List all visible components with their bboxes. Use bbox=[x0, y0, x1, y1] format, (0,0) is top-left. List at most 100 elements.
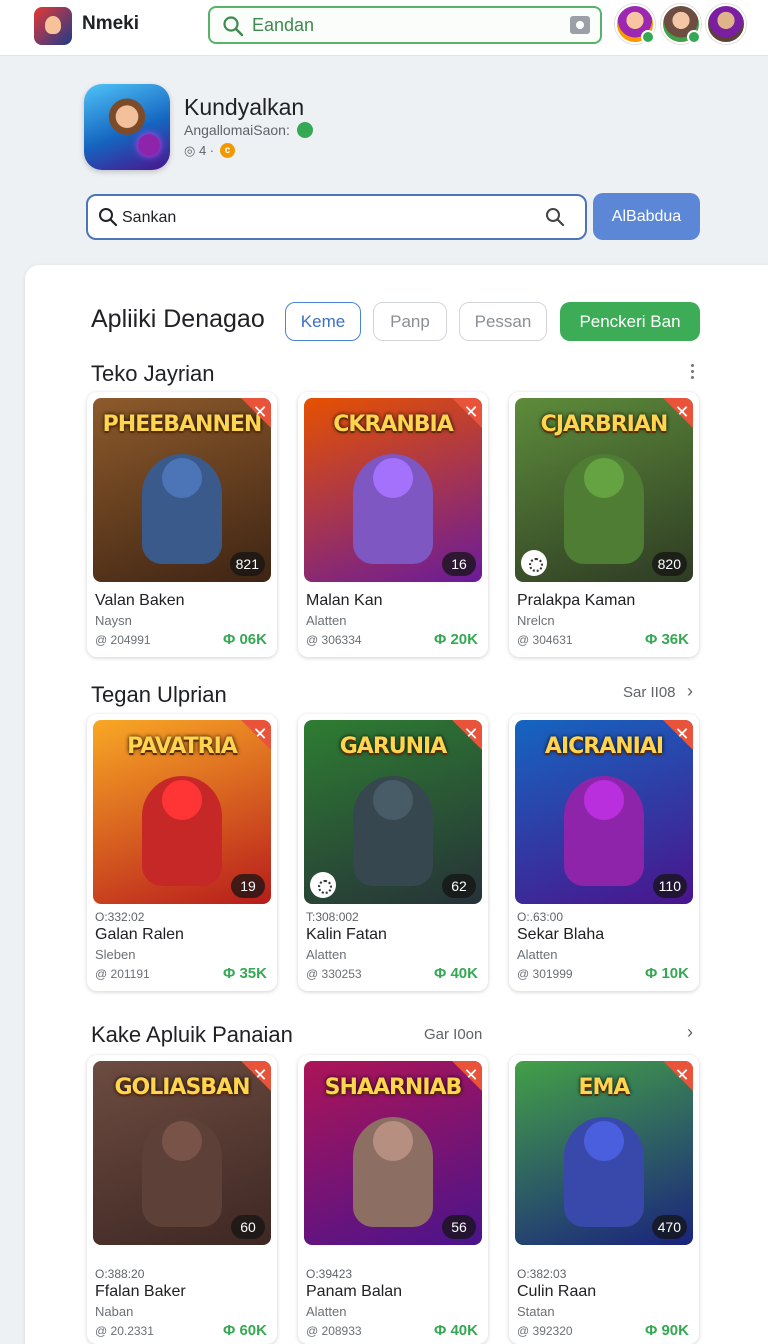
game-price: Φ 10K bbox=[644, 965, 689, 982]
main-search-box[interactable] bbox=[86, 194, 587, 240]
camera-icon[interactable] bbox=[570, 16, 590, 34]
thumbnail-title: CJARBRIAN bbox=[540, 412, 669, 437]
game-card[interactable]: PHEEBANNEN ✕ 821 Valan Baken Naysn @ 204… bbox=[87, 392, 277, 657]
game-timestamp: T:308:002 bbox=[306, 910, 359, 924]
chevron-right-icon[interactable]: › bbox=[687, 1022, 693, 1043]
game-thumbnail: SHAARNIAB ✕ 56 bbox=[304, 1061, 482, 1245]
count-badge: 16 bbox=[442, 552, 476, 576]
app-meta-text: 4 · bbox=[198, 143, 215, 158]
thumbnail-title: PAVATRIA bbox=[127, 734, 238, 759]
price-value: 40K bbox=[450, 1322, 478, 1339]
thumbnail-title: EMA bbox=[578, 1075, 631, 1100]
game-name: Galan Ralen bbox=[95, 926, 184, 943]
price-value: 36K bbox=[661, 631, 689, 648]
game-id: @ 20.2331 bbox=[95, 1324, 154, 1338]
game-card[interactable]: PAVATRIA ✕ 19 O:332:02 Galan Ralen Slebe… bbox=[87, 714, 277, 991]
game-id: @ 204991 bbox=[95, 633, 151, 647]
top-search-input[interactable] bbox=[252, 13, 552, 37]
top-bar: Nmeki bbox=[0, 0, 768, 56]
thumbnail-title: CKRANBIA bbox=[333, 412, 454, 437]
thumbnail-title: SHAARNIAB bbox=[324, 1075, 463, 1100]
game-price: Φ 40K bbox=[433, 965, 478, 982]
game-name: Ffalan Baker bbox=[95, 1283, 186, 1300]
game-thumbnail: GOLIASBAN ✕ 60 bbox=[93, 1061, 271, 1245]
character-art bbox=[142, 1117, 222, 1227]
game-developer: Nrelcn bbox=[517, 613, 555, 628]
game-developer: Alatten bbox=[306, 947, 347, 962]
game-thumbnail: AICRANIAI ✕ 110 bbox=[515, 720, 693, 904]
avatar[interactable] bbox=[661, 4, 701, 44]
game-id: @ 201191 bbox=[95, 967, 150, 981]
game-id: @ 304631 bbox=[517, 633, 573, 647]
game-card[interactable]: CKRANBIA ✕ 16 Malan Kan Alatten @ 306334… bbox=[298, 392, 488, 657]
see-all-link[interactable]: Sar II08 bbox=[623, 684, 676, 701]
price-value: 06K bbox=[239, 631, 267, 648]
character-art bbox=[353, 1117, 433, 1227]
game-card[interactable]: CJARBRIAN ✕ 820 Pralakpa Kaman Nrelcn @ … bbox=[509, 392, 699, 657]
game-price: Φ 60K bbox=[222, 1322, 267, 1339]
count-badge: 60 bbox=[231, 1215, 265, 1239]
game-card[interactable]: SHAARNIAB ✕ 56 O:39423 Panam Balan Alatt… bbox=[298, 1055, 488, 1344]
character-art bbox=[353, 776, 433, 886]
game-thumbnail: PAVATRIA ✕ 19 bbox=[93, 720, 271, 904]
chevron-right-icon[interactable]: › bbox=[687, 681, 693, 702]
loading-icon bbox=[521, 550, 547, 576]
character-art bbox=[564, 776, 644, 886]
filter-chip-penckeri-ban[interactable]: Penckeri Ban bbox=[560, 302, 700, 341]
verified-icon bbox=[297, 122, 313, 138]
search-button[interactable]: AlBabdua bbox=[593, 193, 700, 240]
count-badge: 470 bbox=[651, 1215, 687, 1239]
game-card[interactable]: GARUNIA ✕ 62 T:308:002 Kalin Fatan Alatt… bbox=[298, 714, 488, 991]
page-title: Apliiki Denagao bbox=[91, 305, 265, 333]
count-badge: 56 bbox=[442, 1215, 476, 1239]
more-icon[interactable] bbox=[688, 364, 696, 382]
coin-icon: c bbox=[220, 143, 235, 158]
game-price: Φ 35K bbox=[222, 965, 267, 982]
app-meta: ◎ 4 · bbox=[184, 143, 215, 158]
game-timestamp: O:388:20 bbox=[95, 1267, 145, 1281]
game-developer: Naban bbox=[95, 1304, 134, 1319]
top-search-box[interactable] bbox=[208, 6, 602, 44]
game-thumbnail: GARUNIA ✕ 62 bbox=[304, 720, 482, 904]
avatar[interactable] bbox=[706, 4, 746, 44]
app-icon[interactable] bbox=[84, 84, 170, 170]
game-developer: Naysn bbox=[95, 613, 132, 628]
thumbnail-title: GOLIASBAN bbox=[114, 1075, 250, 1100]
game-developer: Sleben bbox=[95, 947, 136, 962]
game-name: Panam Balan bbox=[306, 1283, 403, 1300]
section-title: Tegan Ulprian bbox=[91, 682, 227, 707]
section-title: Kake Apluik Panaian bbox=[91, 1022, 293, 1047]
game-price: Φ 90K bbox=[644, 1322, 689, 1339]
game-id: @ 208933 bbox=[306, 1324, 362, 1338]
game-card[interactable]: GOLIASBAN ✕ 60 O:388:20 Ffalan Baker Nab… bbox=[87, 1055, 277, 1344]
search-icon bbox=[99, 208, 118, 227]
game-thumbnail: CKRANBIA ✕ 16 bbox=[304, 398, 482, 582]
app-developer[interactable]: AngallomaiSaon: bbox=[184, 122, 290, 138]
price-value: 20K bbox=[450, 631, 478, 648]
game-developer: Alatten bbox=[306, 613, 347, 628]
avatar[interactable] bbox=[615, 4, 655, 44]
price-value: 10K bbox=[661, 965, 689, 982]
filter-chip-keme[interactable]: Keme bbox=[285, 302, 361, 341]
game-card[interactable]: EMA ✕ 470 O:382:03 Culin Raan Statan @ 3… bbox=[509, 1055, 699, 1344]
filter-chip-pessan[interactable]: Pessan bbox=[459, 302, 547, 341]
game-thumbnail: CJARBRIAN ✕ 820 bbox=[515, 398, 693, 582]
game-id: @ 301999 bbox=[517, 967, 573, 981]
game-card[interactable]: AICRANIAI ✕ 110 O:.63:00 Sekar Blaha Ala… bbox=[509, 714, 699, 991]
game-name: Sekar Blaha bbox=[517, 926, 605, 943]
filter-chip-panp[interactable]: Panp bbox=[373, 302, 447, 341]
game-id: @ 306334 bbox=[306, 633, 362, 647]
verified-icon bbox=[641, 30, 655, 44]
search-icon[interactable] bbox=[545, 207, 565, 227]
app-logo-icon[interactable] bbox=[34, 7, 72, 45]
game-thumbnail: EMA ✕ 470 bbox=[515, 1061, 693, 1245]
game-thumbnail: PHEEBANNEN ✕ 821 bbox=[93, 398, 271, 582]
thumbnail-title: AICRANIAI bbox=[544, 734, 664, 759]
game-developer: Alatten bbox=[517, 947, 558, 962]
game-timestamp: O:.63:00 bbox=[517, 910, 564, 924]
see-all-link[interactable]: Gar I0on bbox=[424, 1026, 482, 1043]
game-price: Φ 06K bbox=[222, 631, 267, 648]
main-search-input[interactable] bbox=[122, 206, 522, 230]
section-title: Teko Jayrian bbox=[91, 361, 215, 386]
character-art bbox=[142, 454, 222, 564]
